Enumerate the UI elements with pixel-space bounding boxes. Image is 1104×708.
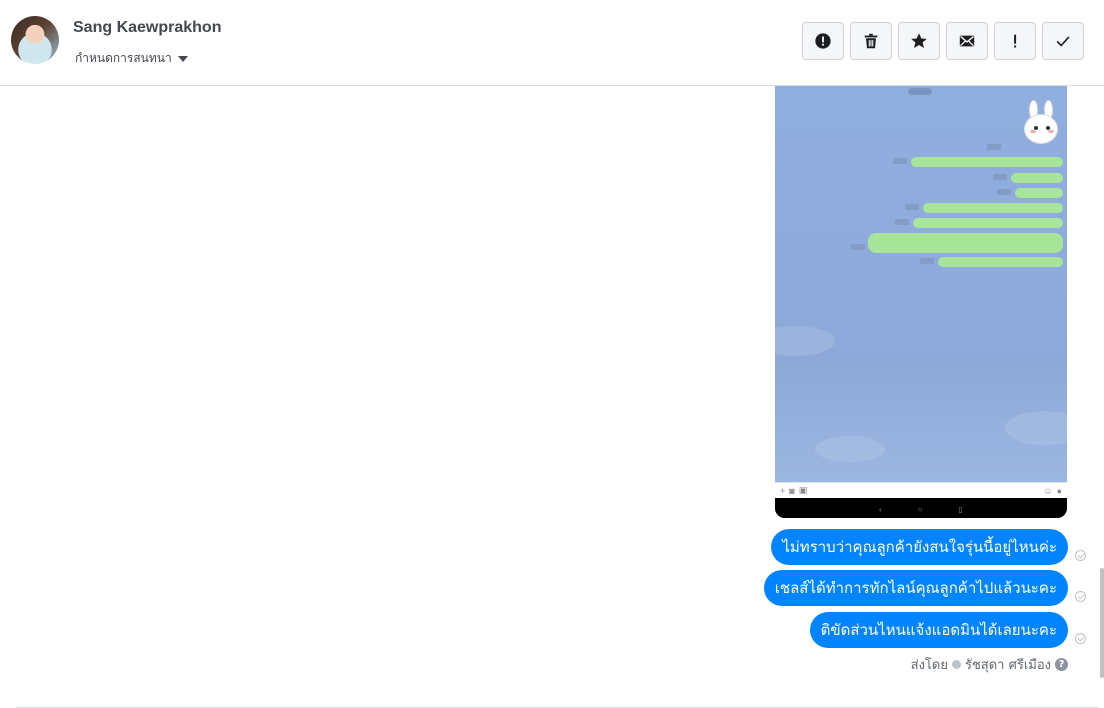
message-bubble[interactable]: เชลส์ได้ทำการทักไลน์คุณลูกค้าไปแล้วนะคะ: [763, 570, 1068, 606]
scrollbar[interactable]: [1100, 568, 1104, 678]
agent-status-icon: [951, 660, 961, 669]
image-icon: ▣: [798, 485, 808, 495]
mini-message-meta: [987, 144, 1001, 150]
android-nav-bar: ‹ ○ ▯: [775, 500, 1067, 518]
alert-circle-icon: [815, 33, 831, 49]
mini-message-bubble: [923, 203, 1063, 213]
plus-icon: +: [780, 485, 786, 496]
mini-message-meta: [895, 219, 909, 225]
mini-message-bubble: [1011, 173, 1063, 183]
exclamation-icon: [1014, 34, 1017, 48]
bunny-sticker: [1020, 100, 1060, 150]
mini-message-meta: [997, 189, 1011, 195]
star-icon: [911, 33, 927, 49]
spam-button[interactable]: [802, 22, 844, 60]
avatar[interactable]: [11, 16, 59, 64]
camera-icon: ◙: [789, 485, 795, 496]
sticker-blush: [1030, 130, 1036, 133]
checkmark-icon: [1056, 36, 1070, 47]
message-text: เชลส์ได้ทำการทักไลน์คุณลูกค้าไปแล้วนะคะ: [774, 579, 1057, 597]
line-input-bar: + ◙ ▣ ☺ ●: [775, 482, 1067, 498]
contact-name[interactable]: Sang Kaewprakhon: [73, 19, 221, 37]
cloud-decoration: [1005, 411, 1067, 445]
sent-by-prefix: ส่งโดย: [910, 658, 948, 673]
mini-message-meta: [993, 174, 1007, 180]
message-feed[interactable]: + ◙ ▣ ☺ ● ‹ ○ ▯ ไม่ทราบว่าคุณลูกค้ายังสน…: [0, 86, 1104, 708]
delete-button[interactable]: [850, 22, 892, 60]
mini-message-meta: [920, 258, 934, 264]
sticker-blush: [1048, 130, 1054, 133]
message-bubble[interactable]: ไม่ทราบว่าคุณลูกค้ายังสนใจรุ่นนี้อยู่ไหน…: [771, 529, 1068, 565]
mini-message-meta: [905, 204, 919, 210]
message-text: ไม่ทราบว่าคุณลูกค้ายังสนใจรุ่นนี้อยู่ไหน…: [782, 538, 1057, 556]
star-button[interactable]: [898, 22, 940, 60]
message-bubble[interactable]: ติขัดส่วนไหนแจ้งแอดมินได้เลยนะคะ: [809, 612, 1068, 648]
caret-down-icon: [177, 55, 188, 62]
line-chat-screenshot: [775, 86, 1067, 482]
emoji-icon: ☺: [1043, 485, 1053, 496]
action-toolbar: [802, 22, 1084, 60]
mini-message-meta: [893, 158, 907, 164]
sticker-head: [1024, 114, 1058, 144]
envelope-icon: [959, 35, 975, 47]
date-chip: [908, 88, 932, 95]
home-icon: ○: [917, 504, 923, 514]
sent-by-line: ส่งโดย รัชสุดา ศรีเมือง ?: [911, 654, 1068, 675]
back-icon: ‹: [879, 504, 882, 514]
mark-done-button[interactable]: [1042, 22, 1084, 60]
seen-check-icon: [1075, 550, 1086, 561]
trash-icon: [864, 33, 878, 49]
seen-check-icon: [1075, 591, 1086, 602]
mini-message-meta: [851, 244, 865, 250]
mark-unread-button[interactable]: [946, 22, 988, 60]
screenshot-attachment[interactable]: + ◙ ▣ ☺ ● ‹ ○ ▯: [775, 86, 1067, 518]
seen-check-icon: [1075, 633, 1086, 644]
cloud-decoration: [815, 436, 885, 462]
follow-up-button[interactable]: [994, 22, 1036, 60]
mini-message-bubble: [868, 233, 1063, 253]
conversation-header: Sang Kaewprakhon กำหนดการสนทนา: [0, 0, 1104, 86]
assign-conversation-label: กำหนดการสนทนา: [75, 51, 172, 65]
mic-icon: ●: [1056, 485, 1062, 496]
sent-by-agent[interactable]: รัชสุดา ศรีเมือง: [965, 654, 1051, 675]
message-text: ติขัดส่วนไหนแจ้งแอดมินได้เลยนะคะ: [820, 621, 1057, 639]
mini-message-bubble: [938, 257, 1063, 267]
mini-message-bubble: [1015, 188, 1063, 198]
recents-icon: ▯: [958, 504, 963, 514]
assign-conversation-dropdown[interactable]: กำหนดการสนทนา: [75, 49, 188, 68]
cloud-decoration: [775, 326, 835, 356]
help-icon[interactable]: ?: [1055, 658, 1068, 671]
mini-message-bubble: [913, 218, 1063, 228]
mini-message-bubble: [911, 157, 1063, 167]
